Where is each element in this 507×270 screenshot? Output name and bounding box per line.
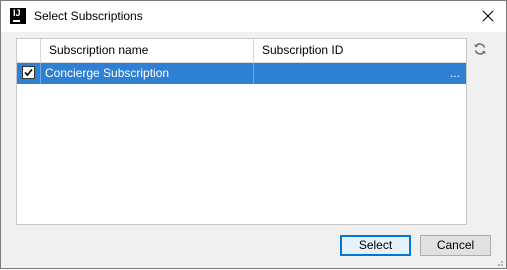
cancel-button[interactable]: Cancel	[420, 235, 491, 256]
table-header: Subscription name Subscription ID	[17, 39, 466, 63]
refresh-icon[interactable]	[471, 40, 489, 58]
intellij-icon: IJ	[10, 8, 26, 24]
row-checkbox-cell	[17, 63, 41, 84]
header-subscription-id[interactable]: Subscription ID	[254, 39, 466, 62]
dialog-content: Subscription name Subscription ID Concie…	[1, 32, 506, 268]
select-subscriptions-dialog: IJ Select Subscriptions Subscription nam…	[0, 0, 507, 269]
subscriptions-table: Subscription name Subscription ID Concie…	[16, 38, 467, 225]
subscription-name-cell: Concierge Subscription	[41, 63, 254, 84]
title-bar: IJ Select Subscriptions	[1, 1, 506, 32]
header-subscription-name[interactable]: Subscription name	[41, 39, 254, 62]
select-button[interactable]: Select	[340, 235, 411, 256]
resize-grip-icon[interactable]	[494, 256, 504, 266]
dialog-title: Select Subscriptions	[34, 9, 143, 23]
subscription-checkbox[interactable]	[22, 66, 35, 79]
header-checkbox-column	[17, 39, 41, 62]
close-icon[interactable]	[480, 8, 496, 24]
table-row[interactable]: Concierge Subscription ...	[17, 63, 466, 84]
subscription-id-cell: ...	[449, 66, 460, 80]
